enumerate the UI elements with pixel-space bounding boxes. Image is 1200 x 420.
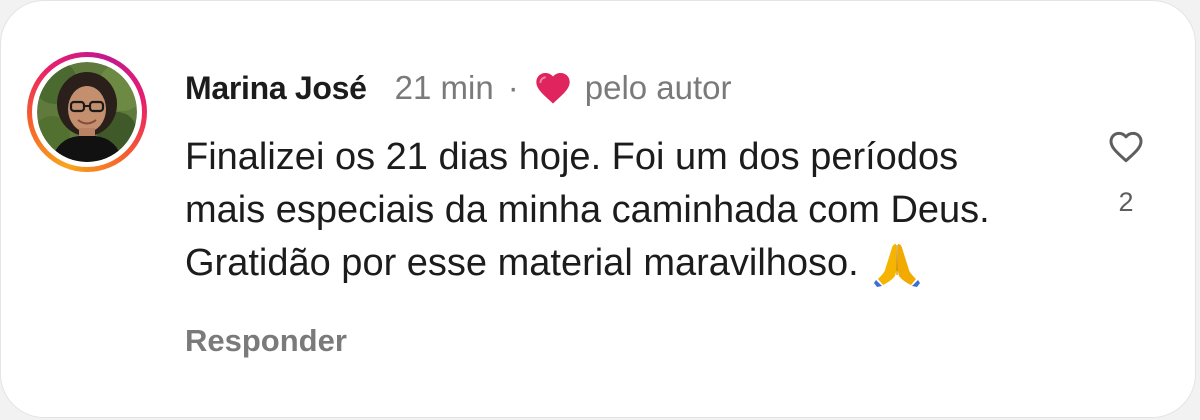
like-count: 2 xyxy=(1118,187,1134,217)
author-name[interactable]: Marina José xyxy=(185,70,367,107)
avatar[interactable] xyxy=(27,52,147,172)
comment-body: Finalizei os 21 dias hoje. Foi um dos pe… xyxy=(185,131,1085,290)
comment-text-line: Finalizei os 21 dias hoje. Foi um dos pe… xyxy=(185,131,1085,184)
comment-text-line: mais especiais da minha caminhada com De… xyxy=(185,184,1085,237)
separator-dot: · xyxy=(507,69,519,106)
comment-header: Marina José 21 min · pelo autor xyxy=(185,65,732,111)
avatar-photo xyxy=(37,62,137,162)
comment-text-line-2: mais especiais da minha caminhada com De… xyxy=(185,189,990,231)
liked-by-author-label: pelo autor xyxy=(584,69,732,106)
heart-outline-icon[interactable] xyxy=(1105,127,1147,167)
comment-text-line-3: Gratidão por esse material maravilhoso. xyxy=(185,242,859,284)
reply-button[interactable]: Responder xyxy=(185,323,347,359)
comment-text-line: Gratidão por esse material maravilhoso. xyxy=(185,237,1085,290)
red-heart-icon xyxy=(536,73,570,104)
comment-text-line-1: Finalizei os 21 dias hoje. Foi um dos pe… xyxy=(185,136,959,178)
comment-card: Marina José 21 min · pelo autor Finalize… xyxy=(0,0,1196,418)
avatar-border xyxy=(32,57,142,167)
comment-time: 21 min xyxy=(394,69,494,106)
folded-hands-icon xyxy=(873,243,920,287)
